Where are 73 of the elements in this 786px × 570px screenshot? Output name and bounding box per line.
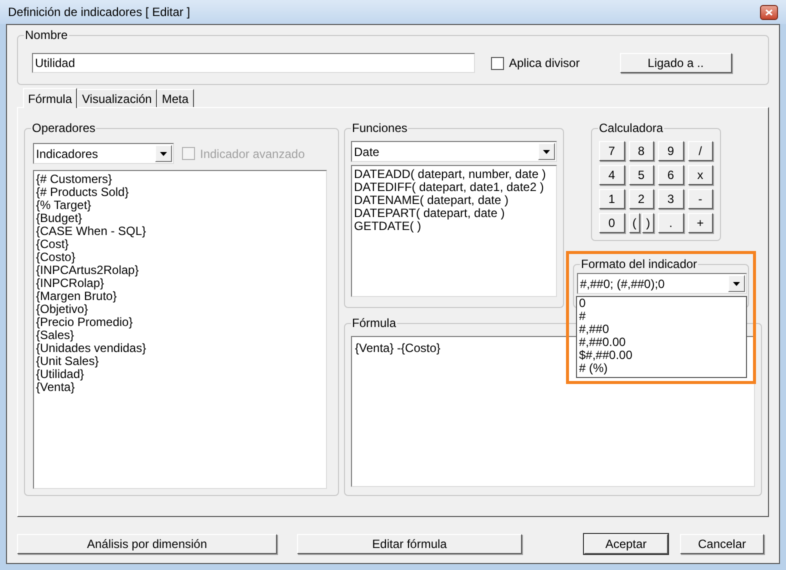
list-item[interactable]: {Venta}	[36, 381, 324, 394]
button[interactable]: /	[688, 141, 713, 161]
checkbox[interactable]	[491, 56, 504, 70]
button[interactable]: 5	[628, 165, 654, 185]
checkbox-label: Indicador avanzado	[200, 146, 305, 162]
group-label: Formato del indicador	[580, 257, 698, 271]
list-item[interactable]: {# Products Sold}	[36, 186, 324, 199]
tab[interactable]: Visualización	[77, 89, 157, 107]
list-item[interactable]: {Cost}	[36, 238, 324, 251]
button[interactable]: 8	[628, 141, 654, 161]
group-label: Fórmula	[351, 316, 398, 330]
button[interactable]: 3	[658, 189, 684, 209]
button[interactable]: Editar fórmula	[297, 534, 522, 554]
list-item[interactable]: {CASE When - SQL}	[36, 225, 324, 238]
button[interactable]: x	[688, 165, 713, 185]
group-label: Calculadora	[598, 121, 664, 135]
group-label: Operadores	[31, 121, 96, 135]
formula-text: {Venta} -{Costo}	[355, 341, 440, 355]
checkbox-label: Aplica divisor	[509, 55, 580, 72]
list-item[interactable]: {Precio Promedio}	[36, 316, 324, 329]
dropdown-option[interactable]: #,##0.00	[579, 336, 744, 349]
list-item[interactable]: {% Target}	[36, 199, 324, 212]
dropdown-option[interactable]: 0	[579, 297, 744, 310]
list-item[interactable]: {INPCArtus2Rolap}	[36, 264, 324, 277]
tab[interactable]: Meta	[156, 89, 194, 107]
dropdown[interactable]: Date	[351, 141, 557, 162]
list-item[interactable]: {Unidades vendidas}	[36, 342, 324, 355]
name-field[interactable]: Utilidad	[32, 53, 475, 73]
list-item[interactable]: {Utilidad}	[36, 368, 324, 381]
button[interactable]: 2	[628, 189, 654, 209]
button[interactable]: 7	[599, 141, 624, 161]
button[interactable]: Aceptar	[584, 534, 668, 554]
dropdown[interactable]: #,##0; (#,##0);0	[577, 273, 747, 294]
list-item[interactable]: DATEADD( datepart, number, date )	[354, 168, 554, 181]
button[interactable]: 0	[599, 213, 624, 233]
button[interactable]: (	[628, 213, 640, 233]
list-item[interactable]: DATEDIFF( datepart, date1, date2 )	[354, 181, 554, 194]
dropdown-option[interactable]: $#,##0.00	[579, 349, 744, 362]
list-item[interactable]: {Unit Sales}	[36, 355, 324, 368]
button[interactable]: 4	[599, 165, 624, 185]
button[interactable]: 9	[658, 141, 684, 161]
button[interactable]: )	[642, 213, 654, 233]
button[interactable]: 6	[658, 165, 684, 185]
caret-icon	[728, 275, 745, 292]
window-title: Definición de indicadores [ Editar ]	[8, 4, 190, 21]
button[interactable]: .	[658, 213, 684, 233]
close-button[interactable]	[760, 4, 778, 20]
dropdown[interactable]: Indicadores	[33, 143, 174, 164]
list-item[interactable]: {Budget}	[36, 212, 324, 225]
caret-icon	[155, 145, 172, 162]
list-item[interactable]: {Objetivo}	[36, 303, 324, 316]
list-item[interactable]: {Sales}	[36, 329, 324, 342]
group-label: Nombre	[24, 28, 69, 42]
list-item[interactable]: GETDATE( )	[354, 220, 554, 233]
close-icon	[765, 8, 773, 16]
dropdown-option[interactable]: #,##0	[579, 323, 744, 336]
button[interactable]: -	[688, 189, 713, 209]
dropdown-option[interactable]: # (%)	[579, 362, 744, 375]
tab[interactable]: Fórmula	[23, 88, 78, 108]
button[interactable]: +	[688, 213, 713, 233]
group-label: Funciones	[351, 121, 408, 135]
list-item[interactable]: {INPCRolap}	[36, 277, 324, 290]
list-item[interactable]: DATEPART( datepart, date )	[354, 207, 554, 220]
list-item[interactable]: {Margen Bruto}	[36, 290, 324, 303]
button[interactable]: Ligado a ..	[620, 53, 732, 73]
button[interactable]: Análisis por dimensión	[17, 534, 277, 554]
button[interactable]: 1	[599, 189, 624, 209]
list-item[interactable]: {# Customers}	[36, 173, 324, 186]
dropdown-option[interactable]: #	[579, 310, 744, 323]
button[interactable]: Cancelar	[680, 534, 764, 554]
caret-icon	[538, 143, 555, 160]
list-item[interactable]: {Costo}	[36, 251, 324, 264]
list-item[interactable]: DATENAME( datepart, date )	[354, 194, 554, 207]
